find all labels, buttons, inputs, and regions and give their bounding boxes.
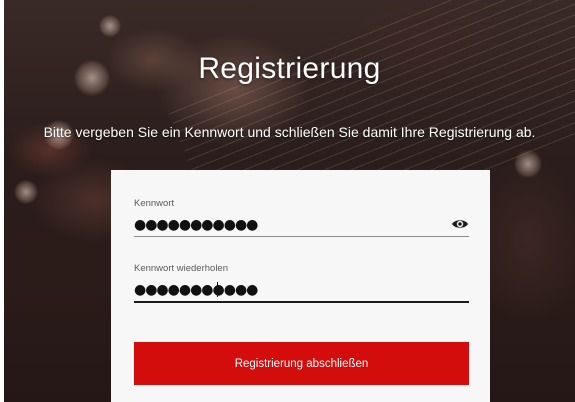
password-label: Kennwort xyxy=(134,198,175,209)
password-repeat-field-group: Kennwort wiederholen xyxy=(134,263,469,303)
password-input-row xyxy=(134,215,469,235)
page-title: Registrierung xyxy=(198,52,381,85)
password-repeat-input[interactable] xyxy=(134,280,434,300)
eye-icon[interactable] xyxy=(451,216,469,232)
password-input[interactable] xyxy=(134,215,434,235)
page-subtitle: Bitte vergeben Sie ein Kennwort und schl… xyxy=(43,124,536,140)
eye-icon-graphic xyxy=(452,220,468,228)
registration-form-card: Kennwort Kennwort wiederholen xyxy=(111,170,490,402)
password-underline xyxy=(134,236,469,237)
password-repeat-underline xyxy=(134,301,469,303)
complete-registration-button[interactable]: Registrierung abschließen xyxy=(134,342,469,385)
bokeh-light xyxy=(14,180,38,204)
text-cursor xyxy=(217,282,218,297)
password-field-group: Kennwort xyxy=(134,198,469,237)
password-repeat-input-row xyxy=(134,280,469,300)
bokeh-light xyxy=(514,150,542,178)
bokeh-light xyxy=(99,15,121,37)
password-repeat-label: Kennwort wiederholen xyxy=(134,263,229,274)
registration-screen: Registrierung Bitte vergeben Sie ein Ken… xyxy=(0,0,575,402)
